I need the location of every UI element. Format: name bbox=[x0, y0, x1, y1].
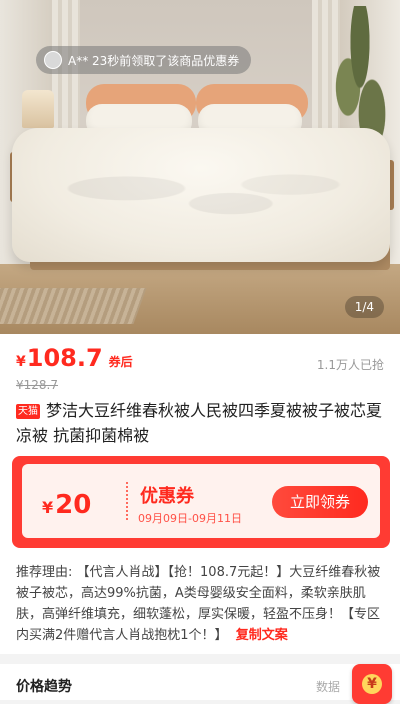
coupon-divider bbox=[126, 482, 128, 520]
red-packet-icon: ¥ bbox=[362, 674, 382, 694]
toast-text: A** 23秒前领取了该商品优惠券 bbox=[68, 53, 240, 68]
product-title-text: 梦洁大豆纤维春秋被人民被四季夏被被子被芯夏凉被 抗菌抑菌棉被 bbox=[16, 401, 383, 445]
product-image[interactable]: A** 23秒前领取了该商品优惠券 1/4 bbox=[0, 0, 400, 334]
coupon-amount: ¥ 20 bbox=[42, 490, 91, 520]
product-info: ¥ 108.7 券后 1.1万人已抢 ¥128.7 天猫 梦洁大豆纤维春秋被人民被… bbox=[0, 334, 400, 654]
product-title: 天猫 梦洁大豆纤维春秋被人民被四季夏被被子被芯夏凉被 抗菌抑菌棉被 bbox=[16, 398, 386, 448]
price-value: 108.7 bbox=[26, 344, 103, 372]
tmall-badge: 天猫 bbox=[16, 404, 40, 419]
red-packet-button[interactable]: ¥ bbox=[352, 664, 392, 704]
coupon-label: 优惠券 bbox=[140, 486, 194, 507]
original-price: ¥128.7 bbox=[16, 378, 58, 392]
coupon-inner: ¥ 20 优惠券 09月09日-09月11日 立即领券 bbox=[22, 464, 380, 538]
coupon-claim-toast: A** 23秒前领取了该商品优惠券 bbox=[36, 46, 252, 74]
image-counter: 1/4 bbox=[344, 296, 384, 318]
avatar bbox=[44, 51, 62, 69]
coupon-card[interactable]: ¥ 20 优惠券 09月09日-09月11日 立即领券 bbox=[12, 456, 390, 548]
price-trend-section[interactable]: 价格趋势 数据 ¥ bbox=[0, 664, 400, 704]
coupon-date-range: 09月09日-09月11日 bbox=[138, 512, 242, 525]
claim-coupon-button[interactable]: 立即领券 bbox=[272, 486, 368, 518]
coupon-value: 20 bbox=[55, 490, 92, 520]
price-row: ¥ 108.7 券后 bbox=[16, 344, 133, 372]
coupon-currency: ¥ bbox=[42, 498, 54, 517]
price-trend-source: 数据 bbox=[315, 680, 340, 694]
lamp bbox=[22, 90, 54, 128]
recommend-label: 推荐理由: bbox=[16, 565, 73, 580]
price-currency: ¥ bbox=[16, 354, 26, 370]
quilt bbox=[12, 128, 390, 262]
price-tag: 券后 bbox=[108, 355, 133, 369]
sold-count: 1.1万人已抢 bbox=[316, 358, 384, 372]
rug bbox=[0, 288, 147, 324]
copy-text-link[interactable]: 复制文案 bbox=[236, 628, 288, 643]
price-trend-title: 价格趋势 bbox=[16, 679, 72, 695]
recommend-reason: 推荐理由: 【代言人肖战】【抢！108.7元起！】大豆纤维春秋被被子被芯，高达9… bbox=[16, 562, 384, 646]
